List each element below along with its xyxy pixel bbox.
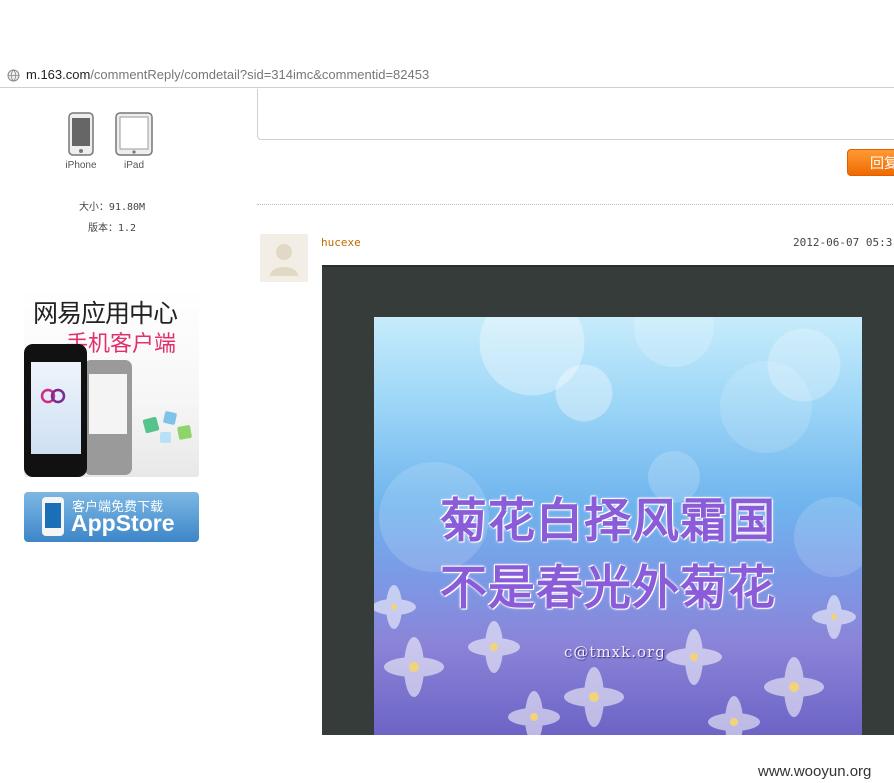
poster-line-1: 菊花白择风霜国 <box>440 494 776 549</box>
app-version: 版本：1.2 <box>87 223 137 234</box>
comment-datetime: 2012-06-07 05:3 <box>793 236 893 249</box>
divider <box>257 204 894 205</box>
iphone-label: iPhone <box>65 160 97 171</box>
comment-username[interactable]: hucexe <box>321 236 361 249</box>
app-size: 大小：91.80M <box>78 202 146 213</box>
phone-illustration-front <box>24 344 87 477</box>
appstore-download-button[interactable]: 客户端免费下载 AppStore <box>24 492 199 542</box>
iphone-icon <box>68 112 94 156</box>
app-cubes-icon <box>142 411 192 443</box>
watermark: www.wooyun.org <box>758 763 872 780</box>
ipad-icon <box>115 112 153 156</box>
poster-credit: c@tmxk.org <box>564 643 666 661</box>
app-logo-icon <box>40 388 66 404</box>
poster-line-2: 不是春光外菊花 <box>440 561 776 616</box>
promo-banner[interactable]: 网易应用中心 手机客户端 <box>24 288 199 477</box>
promo-title: 网易应用中心 <box>33 300 178 328</box>
ipad-download-link[interactable]: iPad <box>112 112 156 171</box>
ipad-label: iPad <box>123 160 144 171</box>
phone-illustration-back <box>84 360 132 475</box>
url-path: /commentReply/comdetail?sid=314imc&comme… <box>90 67 430 82</box>
phone-icon <box>42 497 64 536</box>
user-avatar-icon <box>270 244 298 276</box>
reply-textarea[interactable] <box>257 89 894 140</box>
url-text[interactable]: m.163.com/commentReply/comdetail?sid=314… <box>26 67 429 82</box>
iphone-download-link[interactable]: iPhone <box>62 112 100 171</box>
appstore-big-text: AppStore <box>71 510 175 536</box>
globe-icon <box>7 69 20 82</box>
reply-button[interactable]: 回复 <box>847 149 894 176</box>
comment-image[interactable]: 菊花白择风霜国 不是春光外菊花 c@tmxk.org <box>374 317 862 735</box>
url-host: m.163.com <box>26 67 91 82</box>
address-bar[interactable]: m.163.com/commentReply/comdetail?sid=314… <box>0 64 894 88</box>
avatar[interactable] <box>260 234 308 282</box>
